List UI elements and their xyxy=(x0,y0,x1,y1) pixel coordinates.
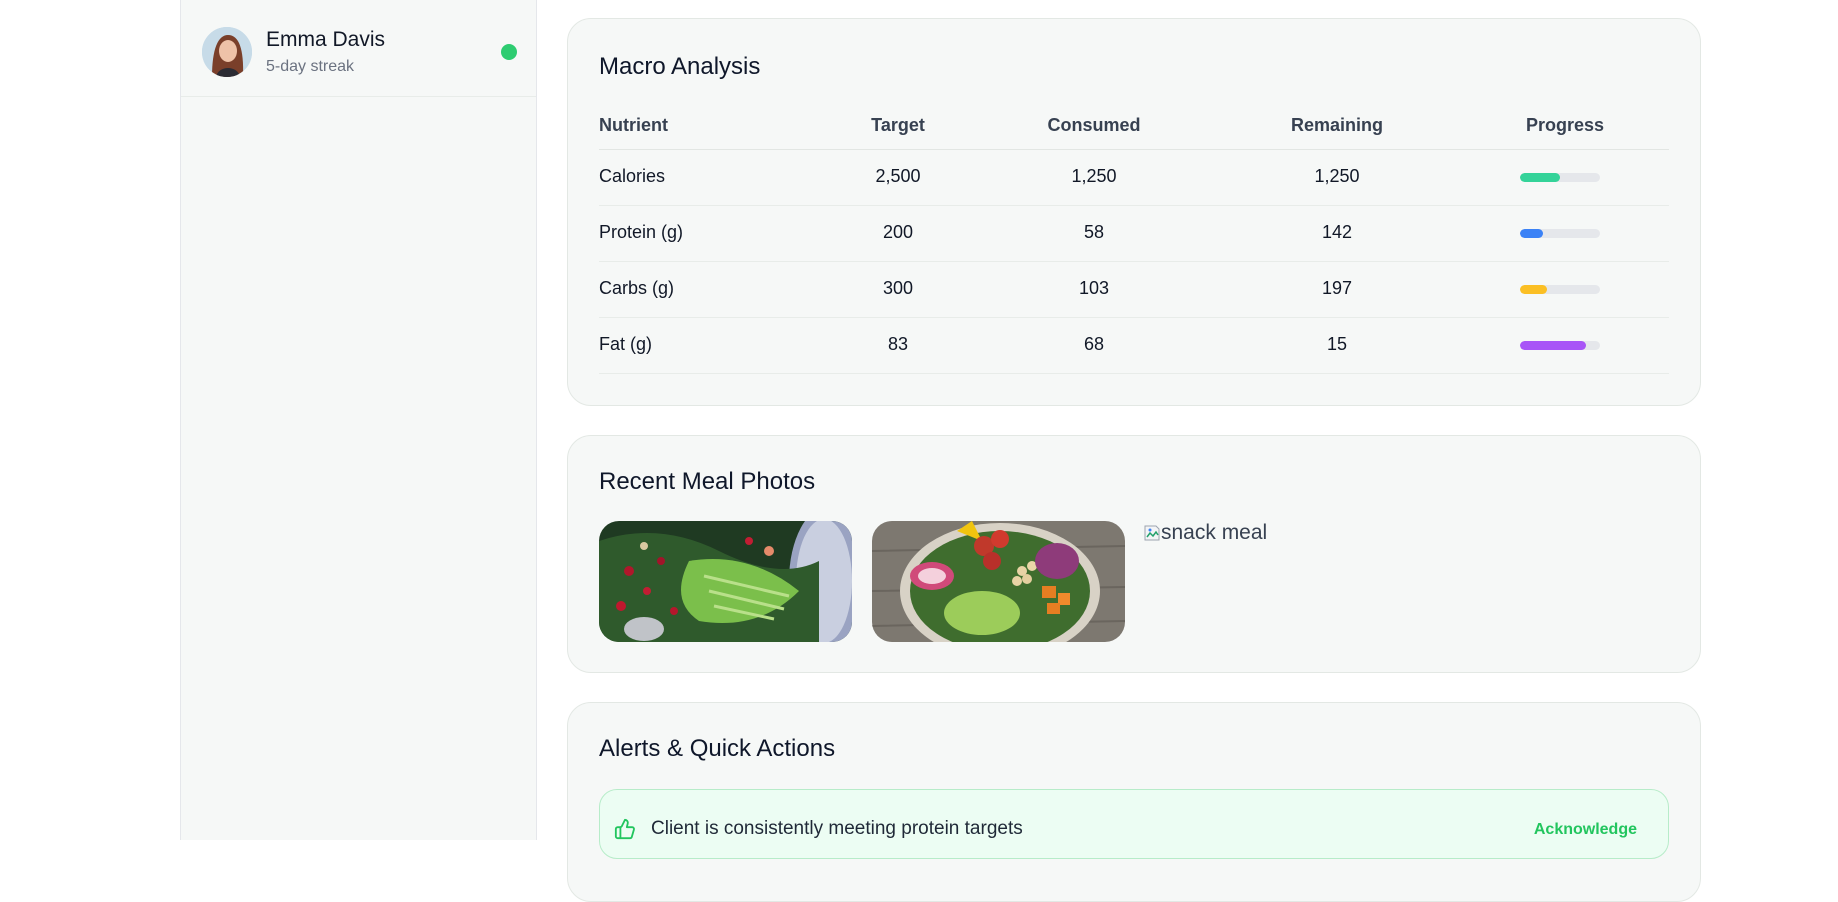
progress-bar-fill xyxy=(1520,341,1586,350)
nutrient-cell: Carbs (g) xyxy=(599,278,675,298)
meal-photo-snack-broken[interactable]: snack meal xyxy=(1144,521,1267,545)
table-row: Calories 2,500 1,250 1,250 xyxy=(599,150,1669,206)
consumed-cell: 1,250 xyxy=(1071,166,1117,186)
alerts-title: Alerts & Quick Actions xyxy=(599,735,836,762)
client-list-item[interactable]: Emma Davis 5-day streak xyxy=(181,0,536,97)
broken-image-alt-text: snack meal xyxy=(1161,521,1268,544)
client-avatar xyxy=(202,27,252,77)
progress-bar-fill xyxy=(1520,229,1544,238)
client-sidebar: Emma Davis 5-day streak xyxy=(180,0,537,840)
remaining-cell: 197 xyxy=(1321,278,1353,298)
thumbs-up-icon xyxy=(614,818,636,840)
table-row: Carbs (g) 300 103 197 xyxy=(599,262,1669,318)
target-cell: 83 xyxy=(887,334,909,354)
remaining-cell: 1,250 xyxy=(1314,166,1360,186)
table-row: Protein (g) 200 58 142 xyxy=(599,206,1669,262)
target-cell: 300 xyxy=(882,278,914,298)
acknowledge-button[interactable]: Acknowledge xyxy=(1534,821,1637,839)
nutrient-cell: Fat (g) xyxy=(599,334,653,354)
col-header-nutrient: Nutrient xyxy=(599,115,668,135)
table-row: Fat (g) 83 68 15 xyxy=(599,318,1669,374)
online-status-dot xyxy=(501,44,517,60)
alerts-quick-actions-card: Alerts & Quick Actions Client is consist… xyxy=(567,702,1701,902)
progress-bar xyxy=(1520,229,1600,238)
alert-item: Client is consistently meeting protein t… xyxy=(599,789,1669,859)
consumed-cell: 103 xyxy=(1078,278,1110,298)
nutrient-cell: Calories xyxy=(599,166,666,186)
macro-analysis-card: Macro Analysis Nutrient Target Consumed … xyxy=(567,18,1701,406)
consumed-cell: 68 xyxy=(1083,334,1105,354)
client-name: Emma Davis xyxy=(266,28,386,51)
meal-photo-salad[interactable] xyxy=(599,521,852,642)
col-header-target: Target xyxy=(871,115,925,135)
progress-bar-fill xyxy=(1520,285,1548,294)
target-cell: 2,500 xyxy=(875,166,921,186)
consumed-cell: 58 xyxy=(1083,222,1105,242)
remaining-cell: 142 xyxy=(1321,222,1353,242)
progress-bar xyxy=(1520,285,1600,294)
col-header-progress: Progress xyxy=(1525,115,1605,135)
progress-bar xyxy=(1520,341,1600,350)
client-streak: 5-day streak xyxy=(266,58,355,75)
alert-text: Client is consistently meeting protein t… xyxy=(651,818,1023,839)
progress-bar xyxy=(1520,173,1600,182)
target-cell: 200 xyxy=(882,222,914,242)
progress-bar-fill xyxy=(1520,173,1560,182)
meal-photo-buddha-bowl[interactable] xyxy=(872,521,1125,642)
recent-meal-photos-title: Recent Meal Photos xyxy=(599,468,816,495)
col-header-consumed: Consumed xyxy=(1047,115,1141,135)
remaining-cell: 15 xyxy=(1326,334,1348,354)
col-header-remaining: Remaining xyxy=(1290,115,1383,135)
recent-meal-photos-card: Recent Meal Photos snack meal xyxy=(567,435,1701,673)
nutrient-cell: Protein (g) xyxy=(599,222,684,242)
macro-analysis-title: Macro Analysis xyxy=(599,53,761,80)
broken-image-icon xyxy=(1144,524,1160,542)
